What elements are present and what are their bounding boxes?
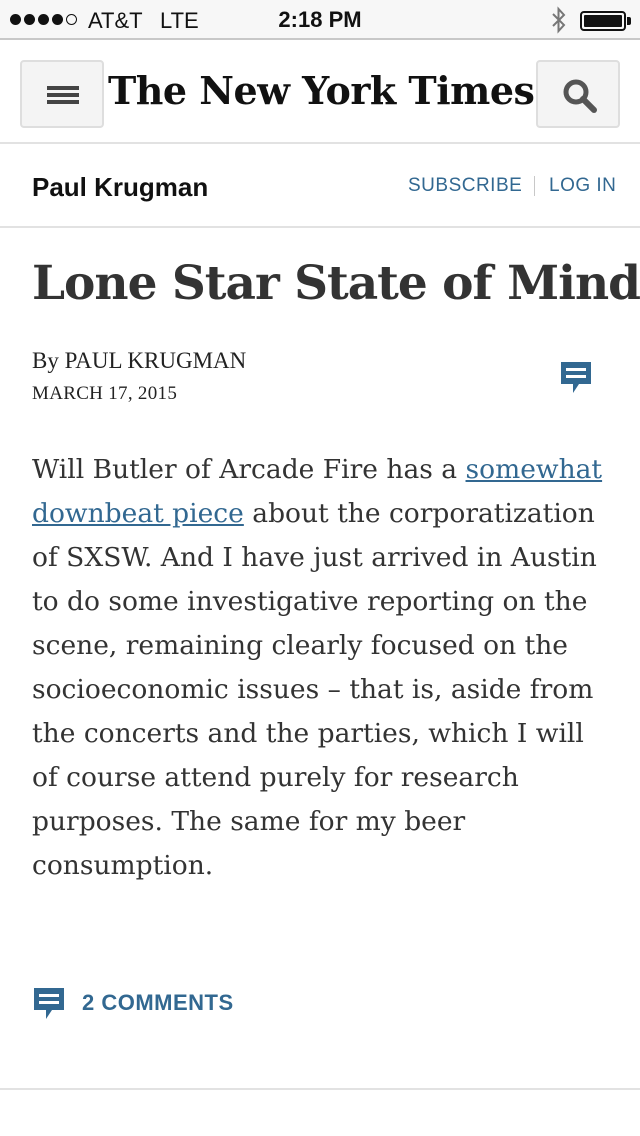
article-date: MARCH 17, 2015 <box>32 383 178 404</box>
link-divider <box>534 176 535 196</box>
menu-button[interactable] <box>20 60 104 128</box>
article-headline: Lone Star State of Mind <box>32 256 640 311</box>
hamburger-menu-icon <box>47 86 79 104</box>
comments-count-label[interactable]: 2 COMMENTS <box>82 990 234 1016</box>
comment-icon <box>34 988 64 1019</box>
search-button[interactable] <box>536 60 620 128</box>
bluetooth-icon <box>552 6 566 34</box>
nyt-logo[interactable]: The New York Times <box>108 68 535 113</box>
status-time: 2:18 PM <box>278 7 362 32</box>
section-bar: Paul Krugman SUBSCRIBE LOG IN <box>0 144 640 228</box>
battery-icon <box>580 11 626 31</box>
section-title[interactable]: Paul Krugman <box>32 172 208 203</box>
comment-icon[interactable] <box>559 360 593 396</box>
footer-divider <box>0 1088 640 1090</box>
article-body: Will Butler of Arcade Fire has a somewha… <box>32 448 612 888</box>
battery-cap <box>627 17 631 25</box>
search-icon <box>563 79 597 113</box>
subscribe-link[interactable]: SUBSCRIBE <box>408 175 522 197</box>
body-text-start: Will Butler of Arcade Fire has a <box>32 454 466 485</box>
body-text-rest: about the corporatization of SXSW. And I… <box>32 498 597 881</box>
login-link[interactable]: LOG IN <box>549 175 616 197</box>
status-bar: AT&T LTE 2:18 PM <box>0 0 640 40</box>
article-byline: By PAUL KRUGMAN <box>32 348 247 373</box>
masthead: The New York Times <box>0 42 640 144</box>
